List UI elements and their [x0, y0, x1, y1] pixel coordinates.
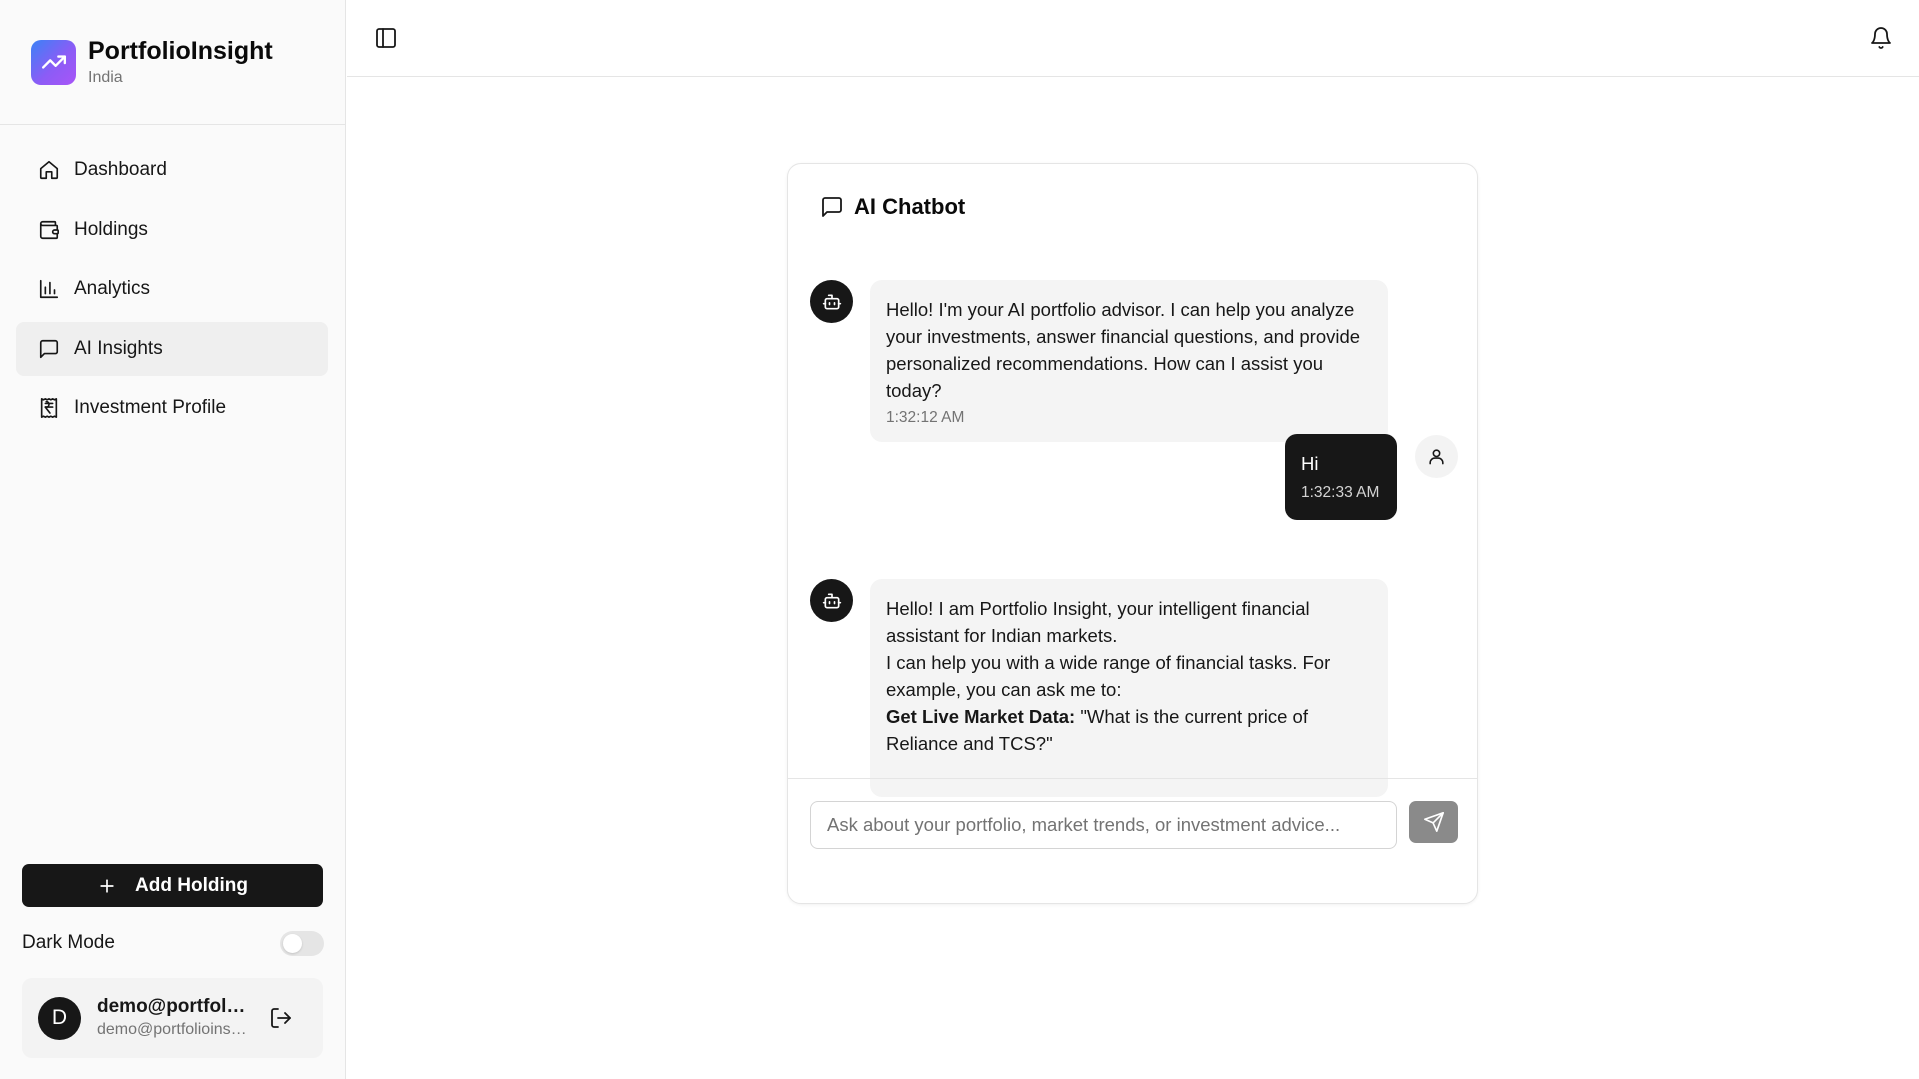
plus-icon	[100, 878, 114, 893]
panel-left-icon[interactable]	[374, 26, 398, 50]
bell-icon[interactable]	[1869, 26, 1893, 50]
sidebar-item-analytics[interactable]: Analytics	[16, 262, 328, 316]
home-icon	[39, 160, 59, 180]
sidebar-item-label: Analytics	[74, 278, 151, 299]
sidebar-item-label: Holdings	[74, 218, 148, 240]
user-avatar	[1415, 435, 1458, 478]
chat-card: AI Chatbot Hello! I'm your AI portfolio …	[787, 163, 1478, 904]
chat-title: AI Chatbot	[854, 194, 966, 219]
brand-logo	[31, 39, 76, 85]
chat-input[interactable]	[810, 801, 1397, 849]
bot-icon	[822, 593, 841, 608]
message-text-line-3: Get Live Market Data: "What is the curre…	[886, 703, 1372, 757]
bot-icon	[822, 294, 841, 309]
sidebar-item-investment-profile[interactable]: Investment Profile	[16, 381, 328, 435]
brand-header: PortfolioInsight India	[0, 0, 345, 125]
message-text: Hello! I'm your AI portfolio advisor. I …	[886, 299, 1361, 401]
send-button[interactable]	[1409, 801, 1458, 843]
bot-avatar	[810, 280, 853, 323]
dark-mode-row: Dark Mode	[22, 928, 324, 958]
chat-input-bar	[788, 778, 1477, 903]
toggle-knob	[283, 933, 302, 953]
sidebar: PortfolioInsight India Dashboard Holding…	[0, 0, 346, 1079]
sidebar-nav: Dashboard Holdings Analytics AI Insights	[16, 143, 328, 441]
dark-mode-toggle[interactable]	[280, 930, 324, 956]
message-square-icon	[39, 339, 59, 358]
user-name: demo@portfolioinsight.com	[97, 996, 247, 1017]
top-bar	[347, 0, 1919, 77]
sidebar-item-label: AI Insights	[74, 337, 163, 359]
message-square-icon	[822, 197, 842, 217]
assistant-message: Hello! I am Portfolio Insight, your inte…	[870, 579, 1388, 797]
message-text: Hi	[1301, 453, 1319, 474]
send-icon	[1423, 812, 1444, 832]
sidebar-item-ai-insights[interactable]: AI Insights	[16, 321, 328, 376]
wallet-icon	[39, 220, 59, 239]
add-holding-label: Add Holding	[135, 874, 248, 896]
avatar: D	[38, 996, 81, 1040]
bot-avatar	[810, 579, 853, 622]
assistant-message: Hello! I'm your AI portfolio advisor. I …	[870, 280, 1388, 442]
sidebar-item-label: Investment Profile	[74, 397, 227, 418]
sidebar-item-dashboard[interactable]: Dashboard	[16, 143, 328, 197]
dark-mode-label: Dark Mode	[22, 932, 115, 953]
sidebar-item-holdings[interactable]: Holdings	[16, 203, 328, 257]
message-text-line-2: I can help you with a wide range of fina…	[886, 652, 1331, 700]
message-text-line-1: Hello! I am Portfolio Insight, your inte…	[886, 598, 1310, 646]
brand-region: India	[88, 69, 123, 86]
user-icon	[1429, 449, 1444, 465]
message-timestamp: 1:32:33 AM	[1301, 484, 1380, 501]
logout-icon[interactable]	[269, 1006, 293, 1030]
user-message: Hi 1:32:33 AM	[1285, 434, 1397, 520]
chat-header: AI Chatbot	[820, 194, 965, 220]
message-timestamp: 1:32:12 AM	[886, 409, 965, 426]
user-card[interactable]: D demo@portfolioinsight.com demo@portfol…	[22, 978, 323, 1058]
add-holding-button[interactable]: Add Holding	[22, 864, 323, 907]
trending-up-icon	[41, 55, 66, 69]
bar-chart-icon	[39, 279, 59, 299]
user-email: demo@portfolioinsight.com	[97, 1021, 247, 1038]
rupee-receipt-icon	[40, 398, 58, 418]
brand-name: PortfolioInsight	[88, 37, 273, 65]
sidebar-item-label: Dashboard	[74, 159, 167, 180]
message-bold-text: Get Live Market Data:	[886, 706, 1076, 727]
